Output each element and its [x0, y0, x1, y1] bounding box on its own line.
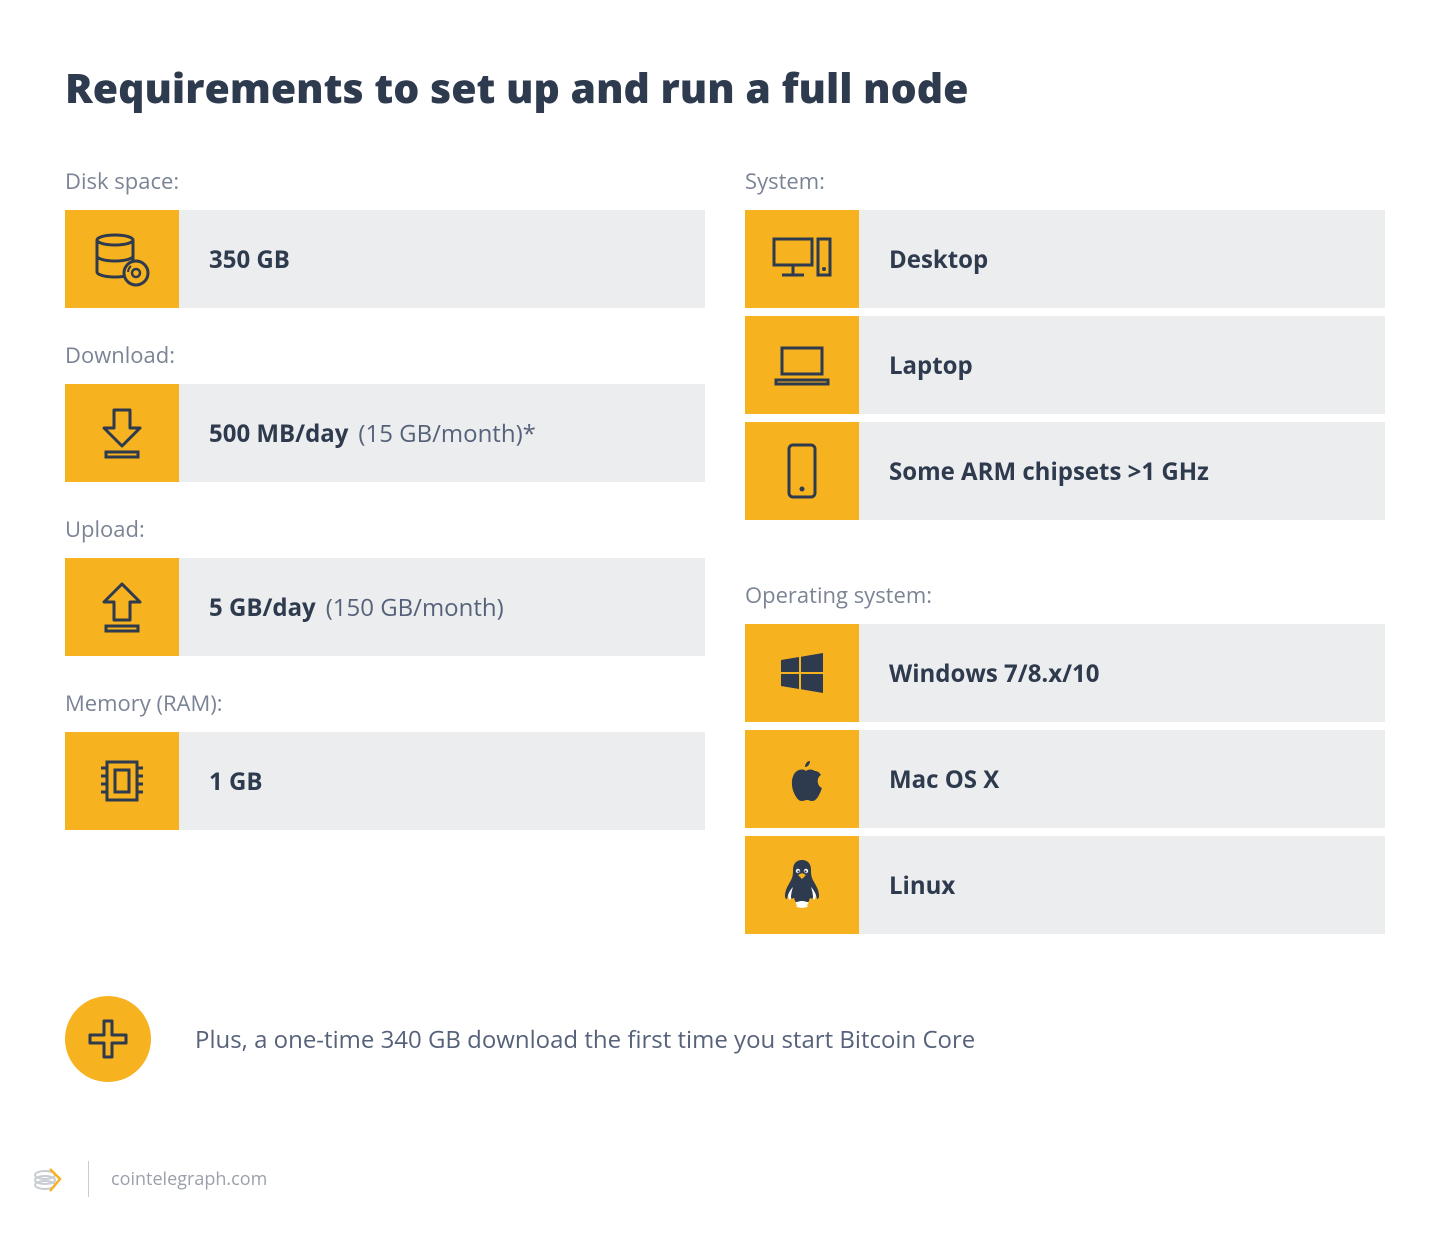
ram-value: 1 GB — [179, 732, 705, 830]
cointelegraph-logo-icon — [30, 1161, 66, 1197]
left-column: Disk space: 350 GB — [65, 166, 705, 942]
download-row: 500 MB/day (15 GB/month)* — [65, 384, 705, 482]
os-windows-row: Windows 7/8.x/10 — [745, 624, 1385, 722]
system-arm-row: Some ARM chipsets >1 GHz — [745, 422, 1385, 520]
ram-icon — [65, 732, 179, 830]
footnote-text: Plus, a one-time 340 GB download the fir… — [195, 1023, 975, 1056]
ram-row: 1 GB — [65, 732, 705, 830]
os-mac-row: Mac OS X — [745, 730, 1385, 828]
os-linux-row: Linux — [745, 836, 1385, 934]
os-windows-value: Windows 7/8.x/10 — [859, 624, 1385, 722]
desktop-icon — [745, 210, 859, 308]
upload-row: 5 GB/day (150 GB/month) — [65, 558, 705, 656]
disk-space-label: Disk space: — [65, 166, 705, 196]
os-mac-value: Mac OS X — [859, 730, 1385, 828]
upload-label: Upload: — [65, 514, 705, 544]
system-laptop-row: Laptop — [745, 316, 1385, 414]
footnote-row: Plus, a one-time 340 GB download the fir… — [65, 996, 1385, 1082]
ram-label: Memory (RAM): — [65, 688, 705, 718]
phone-icon — [745, 422, 859, 520]
disk-space-row: 350 GB — [65, 210, 705, 308]
footer: cointelegraph.com — [30, 1161, 267, 1197]
download-label: Download: — [65, 340, 705, 370]
system-laptop-value: Laptop — [859, 316, 1385, 414]
source-text: cointelegraph.com — [111, 1167, 267, 1191]
page-title: Requirements to set up and run a full no… — [65, 60, 1385, 116]
system-desktop-row: Desktop — [745, 210, 1385, 308]
os-linux-value: Linux — [859, 836, 1385, 934]
download-value: 500 MB/day (15 GB/month)* — [179, 384, 705, 482]
linux-icon — [745, 836, 859, 934]
disk-icon — [65, 210, 179, 308]
columns-wrapper: Disk space: 350 GB — [65, 166, 1385, 942]
right-column: System: Desktop — [745, 166, 1385, 942]
download-icon — [65, 384, 179, 482]
windows-icon — [745, 624, 859, 722]
upload-value: 5 GB/day (150 GB/month) — [179, 558, 705, 656]
system-arm-value: Some ARM chipsets >1 GHz — [859, 422, 1385, 520]
upload-icon — [65, 558, 179, 656]
system-desktop-value: Desktop — [859, 210, 1385, 308]
os-label: Operating system: — [745, 580, 1385, 610]
apple-icon — [745, 730, 859, 828]
system-label: System: — [745, 166, 1385, 196]
footer-divider — [88, 1161, 89, 1197]
laptop-icon — [745, 316, 859, 414]
plus-icon — [65, 996, 151, 1082]
disk-space-value: 350 GB — [179, 210, 705, 308]
